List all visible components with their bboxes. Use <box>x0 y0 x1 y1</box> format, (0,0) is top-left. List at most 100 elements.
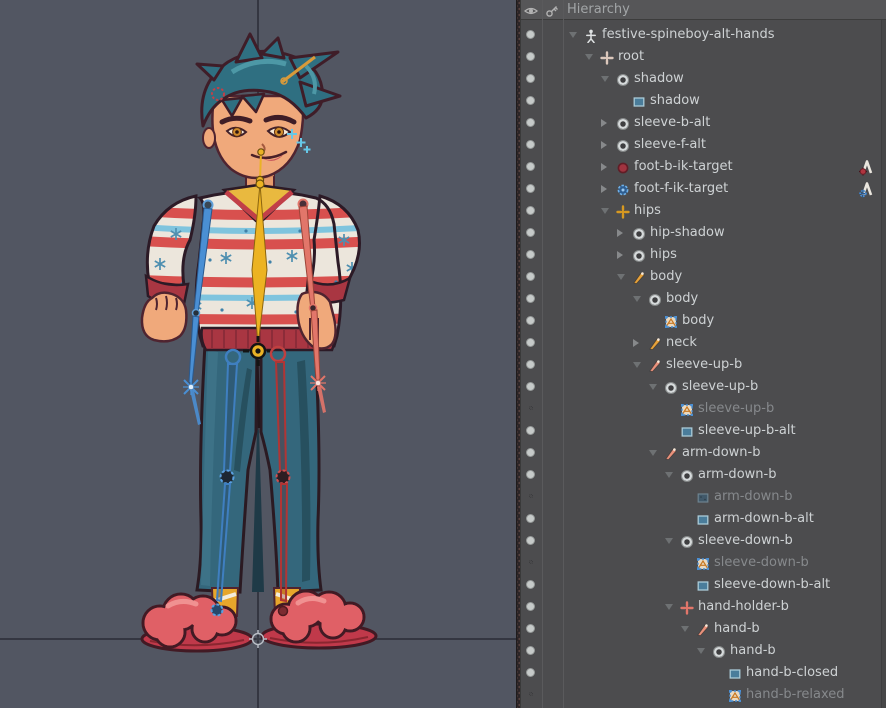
slot-icon <box>616 138 630 153</box>
expand-arrow[interactable] <box>617 229 623 237</box>
tree-row-label: sleeve-up-b <box>682 379 759 394</box>
tree-row-label: arm-down-b <box>698 467 777 482</box>
expand-arrow[interactable] <box>633 339 639 347</box>
tree-row[interactable]: sleeve-down-b <box>521 552 880 574</box>
tree-row-label: arm-down-b <box>682 445 761 460</box>
collapse-arrow[interactable] <box>569 32 577 38</box>
tree-row-label: body <box>682 313 715 328</box>
wedge-orange-icon <box>648 336 662 350</box>
tree-row[interactable]: hand-b <box>521 618 880 640</box>
tree-row[interactable]: hand-b <box>521 640 880 662</box>
bone-red-icon <box>616 160 630 174</box>
tree-row[interactable]: body <box>521 288 880 310</box>
cross-tan-icon <box>600 50 614 65</box>
hierarchy-panel-header: Hierarchy <box>521 0 886 20</box>
skeleton-icon <box>584 28 598 44</box>
tree-row[interactable]: body <box>521 310 880 332</box>
tree-row[interactable]: sleeve-f-alt <box>521 134 880 156</box>
tree-row[interactable]: arm-down-b-alt <box>521 508 880 530</box>
collapse-arrow[interactable] <box>665 538 673 544</box>
expand-arrow[interactable] <box>601 141 607 149</box>
region-dim-icon <box>696 490 710 504</box>
tree-row-label: sleeve-f-alt <box>634 137 706 152</box>
spine-editor-window: Hierarchy festive-spineboy-alt-hands root… <box>0 0 886 708</box>
tree-row[interactable]: hand-b-relaxed <box>521 684 880 706</box>
tree-row[interactable]: sleeve-b-alt <box>521 112 880 134</box>
wedge-salmon-icon <box>664 446 678 460</box>
collapse-arrow[interactable] <box>601 208 609 214</box>
collapse-arrow[interactable] <box>665 472 673 478</box>
tree-row[interactable]: hip-shadow <box>521 222 880 244</box>
tree-row-label: foot-f-ik-target <box>634 181 729 196</box>
mesh-icon <box>664 314 678 328</box>
tree-row-label: body <box>650 269 683 284</box>
tree-row[interactable]: sleeve-up-b <box>521 376 880 398</box>
tree-row[interactable]: foot-f-ik-target <box>521 178 880 200</box>
tree-row[interactable]: shadow <box>521 90 880 112</box>
tree-row[interactable]: hips <box>521 200 880 222</box>
tree-row[interactable]: hips <box>521 244 880 266</box>
expand-arrow[interactable] <box>601 163 607 171</box>
tree-row-label: hand-b <box>714 621 760 636</box>
collapse-arrow[interactable] <box>665 604 673 610</box>
tree-row-label: foot-b-ik-target <box>634 159 733 174</box>
pants-gap-shadow <box>252 430 264 592</box>
bone-blue-icon <box>616 182 630 196</box>
tree-row[interactable]: hand-b-closed <box>521 662 880 684</box>
ik-blue-constraint-icon[interactable] <box>856 180 876 198</box>
mesh-icon <box>728 688 742 702</box>
collapse-arrow[interactable] <box>617 274 625 280</box>
tree-row[interactable]: arm-down-b <box>521 464 880 486</box>
cross-gold-icon <box>616 204 630 219</box>
head <box>202 94 305 197</box>
collapse-arrow[interactable] <box>633 296 641 302</box>
tree-row-label: sleeve-down-b-alt <box>714 577 831 592</box>
expand-arrow[interactable] <box>617 251 623 259</box>
tree-row[interactable]: sleeve-up-b <box>521 354 880 376</box>
collapse-arrow[interactable] <box>697 648 705 654</box>
slot-icon <box>664 380 678 395</box>
tree-row[interactable]: hand-holder-b <box>521 596 880 618</box>
scrollbar-track[interactable] <box>881 20 886 708</box>
tree-row-label: hand-holder-b <box>698 599 789 614</box>
tree-row[interactable]: neck <box>521 332 880 354</box>
tree-row-label: neck <box>666 335 697 350</box>
tree-row-label: shadow <box>634 71 684 86</box>
expand-arrow[interactable] <box>601 119 607 127</box>
tree-row[interactable]: sleeve-down-b <box>521 530 880 552</box>
tree-row[interactable]: festive-spineboy-alt-hands <box>521 24 880 46</box>
tree-row-label: sleeve-up-b <box>666 357 743 372</box>
tree-row[interactable]: arm-down-b <box>521 442 880 464</box>
tree-row[interactable]: foot-b-ik-target <box>521 156 880 178</box>
tree-row[interactable]: root <box>521 46 880 68</box>
tree-row[interactable]: body <box>521 266 880 288</box>
region-icon <box>632 94 646 108</box>
panel-title: Hierarchy <box>567 2 630 17</box>
tree-row[interactable]: sleeve-up-b <box>521 398 880 420</box>
collapse-arrow[interactable] <box>649 384 657 390</box>
ear <box>202 127 216 149</box>
tree-row[interactable]: sleeve-up-b-alt <box>521 420 880 442</box>
collapse-arrow[interactable] <box>585 54 593 60</box>
slot-icon <box>632 248 646 263</box>
mesh-icon <box>680 402 694 416</box>
slot-icon <box>712 644 726 659</box>
collapse-arrow[interactable] <box>649 450 657 456</box>
pant-leg-back <box>259 342 323 594</box>
tree-row[interactable]: sleeve-down-b-alt <box>521 574 880 596</box>
hierarchy-panel: Hierarchy festive-spineboy-alt-hands root… <box>521 0 886 708</box>
eye-icon[interactable] <box>523 3 539 17</box>
ik-red-constraint-icon[interactable] <box>856 158 876 176</box>
tree-row[interactable]: shadow <box>521 68 880 90</box>
slot-icon <box>632 226 646 241</box>
collapse-arrow[interactable] <box>633 362 641 368</box>
collapse-arrow[interactable] <box>681 626 689 632</box>
viewport-canvas[interactable] <box>0 0 516 708</box>
tree-row[interactable]: arm-down-b <box>521 486 880 508</box>
slot-icon <box>616 116 630 131</box>
expand-arrow[interactable] <box>601 185 607 193</box>
wedge-salmon-icon <box>696 622 710 636</box>
slot-icon <box>680 534 694 549</box>
key-icon[interactable] <box>545 3 559 17</box>
collapse-arrow[interactable] <box>601 76 609 82</box>
